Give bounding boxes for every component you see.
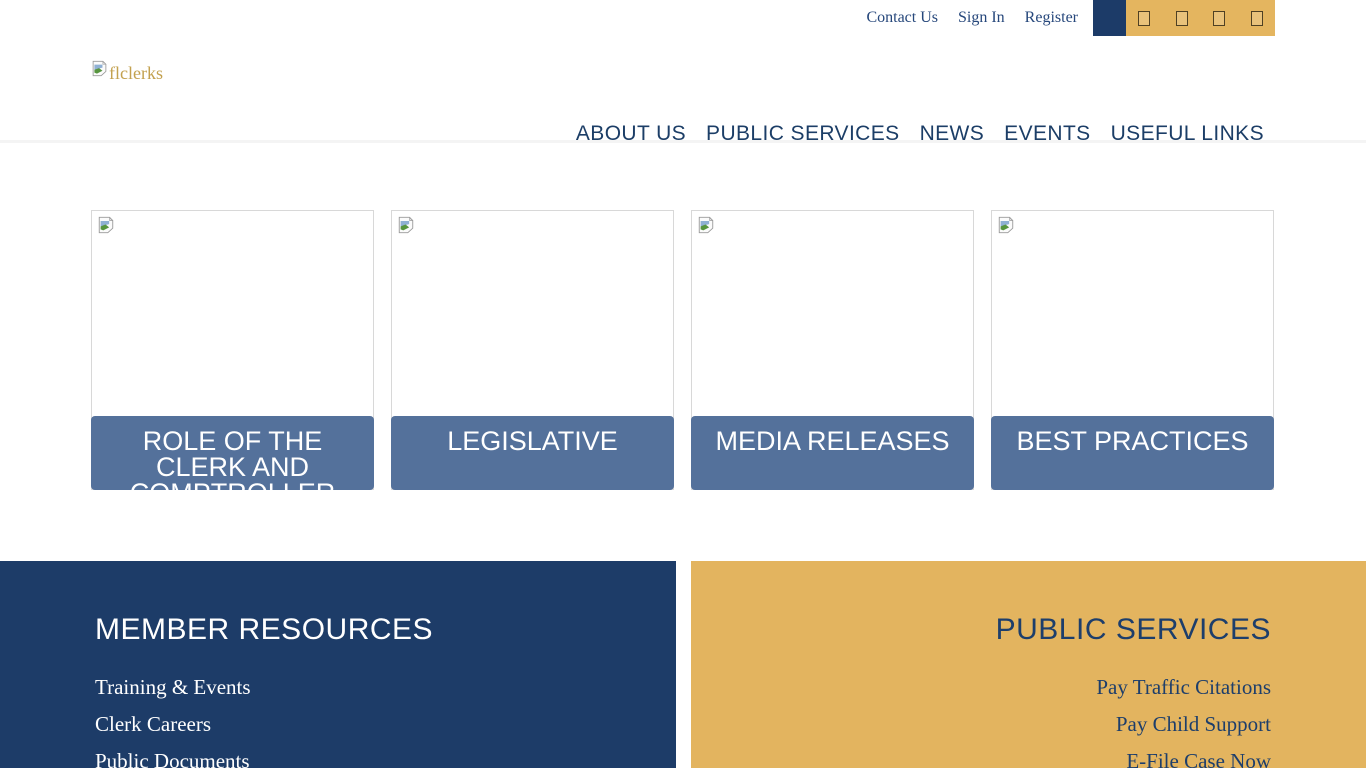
social-icon-3[interactable] xyxy=(1213,11,1225,26)
public-services-links: Pay Traffic Citations Pay Child Support … xyxy=(731,669,1271,768)
social-icon-2[interactable] xyxy=(1176,11,1188,26)
card-role-of-the-clerk[interactable]: ROLE OF THE CLERK AND COMPTROLLER xyxy=(91,210,374,490)
link-public-documents[interactable]: Public Documents xyxy=(95,743,636,768)
broken-image-icon xyxy=(397,216,415,239)
topbar-links: Contact Us Sign In Register xyxy=(866,0,1078,36)
broken-image-icon xyxy=(97,216,115,239)
link-training-events[interactable]: Training & Events xyxy=(95,669,636,706)
nav-item-about-us[interactable]: ABOUT US xyxy=(576,120,686,148)
link-efile-case-now[interactable]: E-File Case Now xyxy=(731,743,1271,768)
card-caption: BEST PRACTICES xyxy=(991,416,1274,490)
sign-in-link[interactable]: Sign In xyxy=(958,9,1005,27)
main-nav: ABOUT US PUBLIC SERVICES NEWS EVENTS USE… xyxy=(576,120,1264,148)
nav-item-news[interactable]: NEWS xyxy=(920,120,985,148)
link-pay-traffic-citations[interactable]: Pay Traffic Citations xyxy=(731,669,1271,706)
contact-us-link[interactable]: Contact Us xyxy=(866,9,938,27)
link-clerk-careers[interactable]: Clerk Careers xyxy=(95,706,636,743)
search-button[interactable] xyxy=(1093,0,1126,36)
link-pay-child-support[interactable]: Pay Child Support xyxy=(731,706,1271,743)
card-caption: LEGISLATIVE xyxy=(391,416,674,490)
public-services-title: PUBLIC SERVICES xyxy=(731,613,1271,647)
site-header: flclerks ABOUT US PUBLIC SERVICES NEWS E… xyxy=(0,36,1366,143)
member-resources-title: MEMBER RESOURCES xyxy=(95,613,636,647)
broken-image-icon xyxy=(91,60,108,82)
nav-item-useful-links[interactable]: USEFUL LINKS xyxy=(1111,120,1264,148)
nav-item-public-services[interactable]: PUBLIC SERVICES xyxy=(706,120,900,148)
social-icon-1[interactable] xyxy=(1138,11,1150,26)
member-resources-links: Training & Events Clerk Careers Public D… xyxy=(95,669,636,768)
public-services-panel: PUBLIC SERVICES Pay Traffic Citations Pa… xyxy=(691,561,1366,768)
nav-item-events[interactable]: EVENTS xyxy=(1004,120,1090,148)
feature-cards: ROLE OF THE CLERK AND COMPTROLLER LEGISL… xyxy=(91,210,1274,490)
card-caption: ROLE OF THE CLERK AND COMPTROLLER xyxy=(91,416,374,490)
broken-image-icon xyxy=(997,216,1015,239)
logo-link[interactable]: flclerks xyxy=(91,60,163,82)
broken-image-icon xyxy=(697,216,715,239)
social-links-strip xyxy=(1126,0,1275,36)
social-icon-4[interactable] xyxy=(1251,11,1263,26)
card-best-practices[interactable]: BEST PRACTICES xyxy=(991,210,1274,490)
page: Contact Us Sign In Register flclerks xyxy=(0,0,1366,768)
card-caption: MEDIA RELEASES xyxy=(691,416,974,490)
member-resources-panel: MEMBER RESOURCES Training & Events Clerk… xyxy=(0,561,676,768)
register-link[interactable]: Register xyxy=(1025,9,1078,27)
card-media-releases[interactable]: MEDIA RELEASES xyxy=(691,210,974,490)
card-legislative[interactable]: LEGISLATIVE xyxy=(391,210,674,490)
logo-alt-text: flclerks xyxy=(109,64,163,82)
topbar: Contact Us Sign In Register xyxy=(0,0,1366,36)
